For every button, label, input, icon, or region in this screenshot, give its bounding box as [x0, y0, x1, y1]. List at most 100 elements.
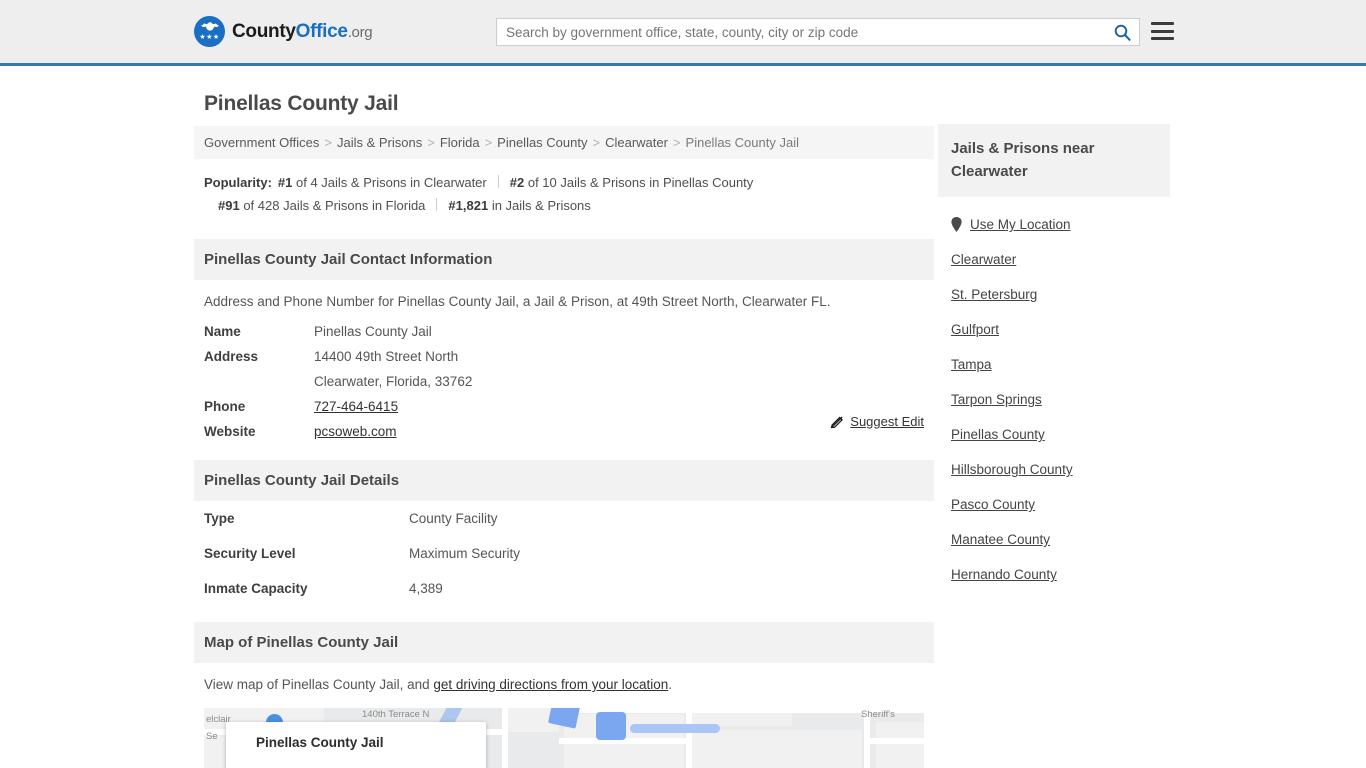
- contact-value-name: Pinellas County Jail: [314, 324, 432, 339]
- eagle-glyph: [200, 22, 219, 31]
- sidebar-item-hernando-county[interactable]: Hernando County: [938, 557, 1170, 592]
- map-pin-icon: [951, 217, 962, 232]
- sidebar-item-pinellas-county[interactable]: Pinellas County: [938, 417, 1170, 452]
- logo-text-org: .org: [347, 23, 373, 41]
- details-value-type: County Facility: [409, 511, 498, 526]
- popularity-divider: [497, 175, 499, 188]
- sidebar-item-gulfport[interactable]: Gulfport: [938, 312, 1170, 347]
- logo-text-office: Office: [295, 20, 348, 42]
- contact-key-address: Address: [204, 349, 259, 364]
- sidebar-item-hillsborough-county[interactable]: Hillsborough County: [938, 452, 1170, 487]
- contact-section-heading: Pinellas County Jail Contact Information: [194, 239, 934, 280]
- sidebar-link[interactable]: Manatee County: [951, 532, 1050, 547]
- edit-pencil-icon: [830, 416, 844, 428]
- hamburger-bar: [1151, 37, 1174, 40]
- breadcrumb-item-government-offices[interactable]: Government Offices: [204, 135, 319, 150]
- map-info-card[interactable]: Pinellas County Jail: [226, 722, 486, 768]
- details-value-security-level: Maximum Security: [409, 546, 521, 561]
- search-button[interactable]: [1105, 19, 1139, 45]
- logo-text: CountyOffice.org: [232, 20, 373, 43]
- table-row: Type County Facility: [194, 501, 934, 536]
- website-link[interactable]: pcsoweb.com: [314, 424, 397, 439]
- sidebar-link[interactable]: Pinellas County: [951, 427, 1045, 442]
- sidebar-item-pasco-county[interactable]: Pasco County: [938, 487, 1170, 522]
- popularity-rank: #2: [509, 175, 525, 190]
- contact-key-phone: Phone: [204, 399, 246, 414]
- contact-value-address-line2: Clearwater, Florida, 33762: [314, 374, 473, 389]
- breadcrumb-separator: >: [427, 135, 435, 150]
- sidebar-link[interactable]: Clearwater: [951, 252, 1016, 267]
- map-building: [630, 724, 720, 733]
- sidebar-link[interactable]: Hillsborough County: [951, 462, 1073, 477]
- logo-text-county: County: [232, 20, 296, 42]
- search-input[interactable]: [497, 19, 1105, 45]
- breadcrumb-item-jails-prisons[interactable]: Jails & Prisons: [337, 135, 422, 150]
- main-content: Pinellas County Jail Government Offices >…: [194, 84, 934, 768]
- popularity-text: of 428 Jails & Prisons in Florida: [243, 198, 426, 213]
- breadcrumb-item-pinellas-county[interactable]: Pinellas County: [497, 135, 587, 150]
- sidebar-link[interactable]: Gulfport: [951, 322, 999, 337]
- hamburger-bar: [1151, 22, 1174, 25]
- seal-stars: ★★★: [199, 34, 220, 41]
- popularity-rank: #1,821: [448, 198, 489, 213]
- sidebar-link[interactable]: Tarpon Springs: [951, 392, 1042, 407]
- details-value-inmate-capacity: 4,389: [409, 581, 443, 596]
- breadcrumb-item-clearwater[interactable]: Clearwater: [605, 135, 668, 150]
- contact-key-name: Name: [204, 324, 241, 339]
- map-label: Sheriff's: [861, 709, 895, 720]
- table-row: Clearwater, Florida, 33762: [194, 369, 934, 394]
- sidebar-link[interactable]: St. Petersburg: [951, 287, 1037, 302]
- sidebar-item-manatee-county[interactable]: Manatee County: [938, 522, 1170, 557]
- sidebar-item-tampa[interactable]: Tampa: [938, 347, 1170, 382]
- sidebar-link[interactable]: Tampa: [951, 357, 992, 372]
- hamburger-menu-icon[interactable]: [1151, 20, 1174, 42]
- table-row: Phone 727-464-6415: [194, 394, 934, 419]
- site-logo[interactable]: ★★★ CountyOffice.org: [194, 16, 373, 47]
- sidebar-item-use-my-location[interactable]: Use My Location: [938, 207, 1170, 242]
- details-key-type: Type: [204, 511, 235, 526]
- contact-table: Name Pinellas County Jail Address 14400 …: [194, 319, 934, 444]
- map-parcel: [876, 744, 924, 768]
- map-description: View map of Pinellas County Jail, and ge…: [194, 663, 934, 702]
- map-info-card-title: Pinellas County Jail: [256, 735, 384, 750]
- contact-key-blank: [194, 369, 304, 394]
- table-row: Website pcsoweb.com: [194, 419, 934, 444]
- sidebar-item-st-petersburg[interactable]: St. Petersburg: [938, 277, 1170, 312]
- map-description-suffix: .: [668, 677, 672, 692]
- page-title: Pinellas County Jail: [204, 92, 399, 115]
- table-row: Inmate Capacity 4,389: [194, 571, 934, 606]
- contact-value-address-line1: 14400 49th Street North: [314, 349, 459, 364]
- search-bar[interactable]: [496, 18, 1140, 46]
- suggest-edit-label: Suggest Edit: [850, 414, 924, 429]
- details-table: Type County Facility Security Level Maxi…: [194, 501, 934, 606]
- map-embed[interactable]: elclair Se 140th Terrace N Sheriff's Pin…: [204, 708, 924, 768]
- use-my-location-link[interactable]: Use My Location: [970, 217, 1071, 232]
- sidebar-item-clearwater[interactable]: Clearwater: [938, 242, 1170, 277]
- driving-directions-link[interactable]: get driving directions from your locatio…: [433, 677, 668, 692]
- contact-key-website: Website: [204, 424, 256, 439]
- suggest-edit-button[interactable]: Suggest Edit: [830, 414, 924, 429]
- eagle-seal-icon: ★★★: [194, 16, 225, 47]
- sidebar-link[interactable]: Hernando County: [951, 567, 1057, 582]
- phone-link[interactable]: 727-464-6415: [314, 399, 398, 414]
- map-parcel: [692, 730, 862, 768]
- details-key-security-level: Security Level: [204, 546, 296, 561]
- table-row: Address 14400 49th Street North: [194, 344, 934, 369]
- site-header: ★★★ CountyOffice.org: [0, 0, 1366, 66]
- breadcrumb-separator: >: [592, 135, 601, 150]
- map-parcel: [876, 722, 924, 738]
- details-key-inmate-capacity: Inmate Capacity: [204, 581, 308, 596]
- popularity-text: in Jails & Prisons: [491, 198, 591, 213]
- popularity-row: #91 of 428 Jails & Prisons in Florida #1,…: [204, 194, 924, 217]
- breadcrumb-separator: >: [672, 135, 681, 150]
- popularity-text: of 4 Jails & Prisons in Clearwater: [296, 175, 487, 190]
- map-road: [864, 738, 924, 744]
- breadcrumb-item-florida[interactable]: Florida: [440, 135, 480, 150]
- map-label: Se: [206, 731, 218, 742]
- sidebar: Jails & Prisons near Clearwater Use My L…: [938, 124, 1170, 592]
- sidebar-link[interactable]: Pasco County: [951, 497, 1035, 512]
- sidebar-item-tarpon-springs[interactable]: Tarpon Springs: [938, 382, 1170, 417]
- hamburger-bar: [1151, 29, 1174, 33]
- popularity-rank: #1: [277, 175, 293, 190]
- popularity-section: Popularity: #1 of 4 Jails & Prisons in Cl…: [194, 159, 934, 223]
